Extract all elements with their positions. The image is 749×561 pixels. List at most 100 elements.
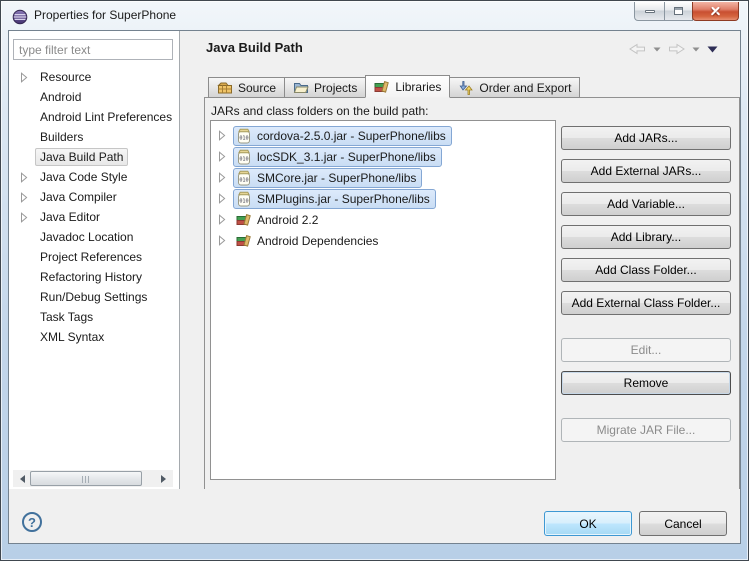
close-button[interactable] (692, 2, 739, 21)
sidebar-tree: Resource Android Android Lint Preference… (9, 67, 178, 347)
expander-icon[interactable] (20, 71, 35, 83)
view-menu-icon[interactable] (707, 46, 718, 53)
button-add-library[interactable]: Add Library... (561, 225, 731, 249)
sidebar-item-builders[interactable]: Builders (9, 127, 178, 147)
main-panel: Java Build Path (181, 31, 740, 491)
expander-icon[interactable] (218, 130, 233, 142)
scroll-thumb[interactable] (30, 471, 142, 486)
tab-order-and-export[interactable]: Order and Export (449, 77, 580, 98)
expander-icon[interactable] (218, 151, 233, 163)
expander-icon[interactable] (20, 191, 35, 203)
button-remove[interactable]: Remove (561, 371, 731, 395)
expander-icon[interactable] (218, 193, 233, 205)
list-item-smcore-jar-superphone-libs[interactable]: 010 SMCore.jar - SuperPhone/libs (211, 167, 555, 188)
sidebar-item-android-lint-preferences[interactable]: Android Lint Preferences (9, 107, 178, 127)
sidebar-item-label: XML Syntax (35, 328, 109, 346)
sidebar-item-javadoc-location[interactable]: Javadoc Location (9, 227, 178, 247)
expander-icon[interactable] (20, 171, 35, 183)
sidebar-item-label: Java Code Style (35, 168, 132, 186)
library-icon (236, 233, 252, 249)
list-item-box: 010 locSDK_3.1.jar - SuperPhone/libs (233, 147, 442, 167)
list-item-label: SMPlugins.jar - SuperPhone/libs (257, 192, 430, 206)
back-button[interactable] (629, 43, 646, 55)
libraries-tab-panel: JARs and class folders on the build path… (204, 97, 740, 490)
tab-source[interactable]: Source (208, 77, 285, 98)
expander-icon[interactable] (20, 331, 35, 343)
list-item-smplugins-jar-superphone-libs[interactable]: 010 SMPlugins.jar - SuperPhone/libs (211, 188, 555, 209)
question-icon: ? (28, 515, 36, 530)
button-add-external-jars[interactable]: Add External JARs... (561, 159, 731, 183)
sidebar-item-java-code-style[interactable]: Java Code Style (9, 167, 178, 187)
tab-label: Source (238, 81, 276, 95)
build-path-list[interactable]: 010 cordova-2.5.0.jar - SuperPhone/libs … (210, 120, 556, 480)
sidebar-item-label: Java Compiler (35, 188, 122, 206)
list-item-locsdk-3-1-jar-superphone-libs[interactable]: 010 locSDK_3.1.jar - SuperPhone/libs (211, 146, 555, 167)
tab-label: Projects (314, 81, 357, 95)
expander-icon[interactable] (20, 91, 35, 103)
maximize-button[interactable] (664, 2, 693, 21)
button-add-jars[interactable]: Add JARs... (561, 126, 731, 150)
list-item-box: 010 SMCore.jar - SuperPhone/libs (233, 168, 422, 188)
button-add-external-class-folder[interactable]: Add External Class Folder... (561, 291, 731, 315)
sidebar-item-java-compiler[interactable]: Java Compiler (9, 187, 178, 207)
tab-bar: Source Projects Libraries Order and Expo… (208, 75, 579, 98)
cancel-button[interactable]: Cancel (639, 511, 727, 536)
button-add-class-folder[interactable]: Add Class Folder... (561, 258, 731, 282)
action-buttons: Add JARs... Add External JARs... Add Var… (561, 126, 731, 451)
expander-icon[interactable] (20, 211, 35, 223)
forward-dropdown-icon[interactable] (692, 47, 700, 52)
sidebar-item-label: Javadoc Location (35, 228, 138, 246)
list-item-box: 010 cordova-2.5.0.jar - SuperPhone/libs (233, 126, 452, 146)
expander-icon[interactable] (218, 214, 233, 226)
scroll-right-icon (161, 475, 170, 483)
page-title: Java Build Path (206, 40, 303, 55)
titlebar[interactable]: Properties for SuperPhone (2, 2, 747, 30)
expander-icon[interactable] (20, 231, 35, 243)
svg-text:010: 010 (239, 177, 248, 183)
list-item-label: SMCore.jar - SuperPhone/libs (257, 171, 416, 185)
list-item-android-2-2[interactable]: Android 2.2 (211, 209, 555, 230)
eclipse-icon[interactable] (12, 9, 28, 25)
button-add-variable[interactable]: Add Variable... (561, 192, 731, 216)
button-label: Add Class Folder... (595, 263, 696, 277)
scroll-right-button[interactable] (156, 470, 173, 487)
jar-icon: 010 (236, 170, 252, 186)
back-dropdown-icon[interactable] (653, 47, 661, 52)
sidebar-item-android[interactable]: Android (9, 87, 178, 107)
forward-button[interactable] (668, 43, 685, 55)
tab-projects[interactable]: Projects (284, 77, 366, 98)
list-item-label: Android 2.2 (257, 213, 318, 227)
list-item-cordova-2-5-0-jar-superphone-libs[interactable]: 010 cordova-2.5.0.jar - SuperPhone/libs (211, 125, 555, 146)
expander-icon[interactable] (20, 111, 35, 123)
minimize-icon (645, 10, 655, 13)
filter-input[interactable] (13, 39, 173, 60)
sidebar-item-xml-syntax[interactable]: XML Syntax (9, 327, 178, 347)
list-item-label: locSDK_3.1.jar - SuperPhone/libs (257, 150, 436, 164)
scroll-left-button[interactable] (13, 470, 30, 487)
expander-icon[interactable] (20, 151, 35, 163)
dialog-content: Resource Android Android Lint Preference… (8, 30, 741, 544)
expander-icon[interactable] (218, 235, 233, 247)
tab-libraries[interactable]: Libraries (365, 75, 450, 98)
button-label: Remove (624, 376, 669, 390)
sidebar-item-java-editor[interactable]: Java Editor (9, 207, 178, 227)
expander-icon[interactable] (20, 251, 35, 263)
list-item-android-dependencies[interactable]: Android Dependencies (211, 230, 555, 251)
expander-icon[interactable] (20, 271, 35, 283)
sidebar-item-label: Java Build Path (35, 148, 128, 166)
sidebar-item-resource[interactable]: Resource (9, 67, 178, 87)
expander-icon[interactable] (20, 131, 35, 143)
sidebar-item-task-tags[interactable]: Task Tags (9, 307, 178, 327)
sidebar-item-refactoring-history[interactable]: Refactoring History (9, 267, 178, 287)
list-item-box: Android Dependencies (233, 231, 384, 251)
expander-icon[interactable] (218, 172, 233, 184)
sidebar-item-label: Builders (35, 128, 88, 146)
expander-icon[interactable] (20, 311, 35, 323)
sidebar-item-java-build-path[interactable]: Java Build Path (9, 147, 178, 167)
minimize-button[interactable] (634, 2, 665, 21)
expander-icon[interactable] (20, 291, 35, 303)
ok-button[interactable]: OK (544, 511, 632, 536)
sidebar-item-project-references[interactable]: Project References (9, 247, 178, 267)
help-button[interactable]: ? (22, 512, 42, 532)
sidebar-item-run-debug-settings[interactable]: Run/Debug Settings (9, 287, 178, 307)
